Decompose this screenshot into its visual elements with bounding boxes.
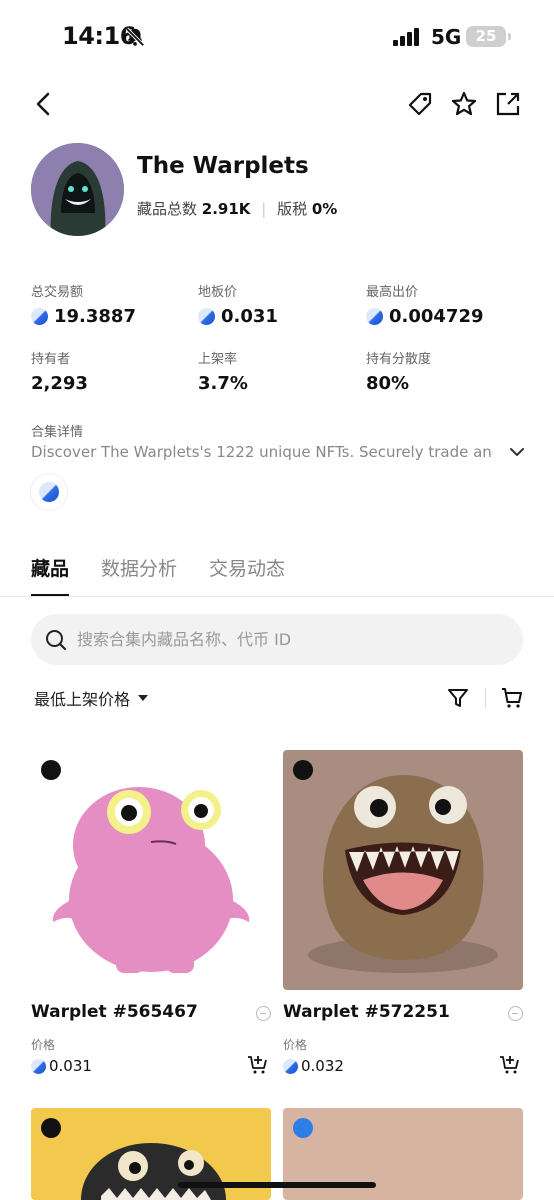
stat-label: 最高出价 <box>366 285 419 300</box>
stat-owners: 持有者 2,293 <box>31 348 191 394</box>
tag-icon[interactable] <box>406 90 434 118</box>
network-type: 5G <box>431 25 462 49</box>
stat-value: 0.031 <box>221 306 278 327</box>
collection-title: The Warplets <box>137 153 309 179</box>
price-label: 价格 <box>283 1038 308 1052</box>
chain-badge[interactable] <box>31 474 67 510</box>
eth-coin-icon <box>31 1058 46 1074</box>
battery-indicator: 25 <box>466 26 511 47</box>
search-input[interactable] <box>77 630 477 649</box>
back-arrow-icon[interactable] <box>30 90 58 118</box>
nft-name: Warplet #572251 <box>283 1002 450 1022</box>
nft-price: 0.031 <box>31 1057 92 1075</box>
more-options-icon[interactable] <box>256 1006 271 1021</box>
stat-total-volume: 总交易额 19.3887 <box>31 281 191 327</box>
price-label: 价格 <box>31 1038 56 1052</box>
chain-badge-icon <box>41 760 61 780</box>
stat-label: 地板价 <box>198 285 238 300</box>
stat-label: 持有者 <box>31 352 71 367</box>
nft-price: 0.032 <box>283 1057 344 1075</box>
add-to-cart-icon[interactable] <box>247 1054 269 1076</box>
sail-badge-icon <box>293 1118 313 1138</box>
star-icon[interactable] <box>450 90 478 118</box>
stat-distribution: 持有分散度 80% <box>366 348 526 394</box>
stat-value: 2,293 <box>31 373 88 394</box>
more-options-icon[interactable] <box>508 1006 523 1021</box>
stat-value: 3.7% <box>198 373 248 394</box>
status-bar: 14:16 5G 25 <box>0 0 554 72</box>
toolbar-divider <box>485 688 486 708</box>
collection-meta: 藏品总数 2.91K | 版税 0% <box>137 198 337 219</box>
stat-label: 总交易额 <box>31 285 84 300</box>
bell-muted-icon <box>125 27 145 47</box>
stat-value: 0.004729 <box>389 306 484 327</box>
details-text[interactable]: Discover The Warplets's 1222 unique NFTs… <box>31 443 493 461</box>
price-value: 0.031 <box>49 1057 92 1075</box>
tab-items[interactable]: 藏品 <box>31 554 70 597</box>
search-icon <box>46 629 67 650</box>
eth-coin-icon <box>39 482 59 502</box>
chevron-down-icon[interactable] <box>508 443 526 461</box>
chain-badge-icon <box>41 1118 61 1138</box>
stat-label: 持有分散度 <box>366 352 432 367</box>
nft-image[interactable] <box>283 750 523 990</box>
items-count-label: 藏品总数 <box>137 200 198 218</box>
tab-analytics[interactable]: 数据分析 <box>101 554 177 597</box>
items-count-value: 2.91K <box>201 200 251 218</box>
price-value: 0.032 <box>301 1057 344 1075</box>
search-bar[interactable] <box>31 614 523 665</box>
eth-coin-icon <box>283 1058 298 1074</box>
stat-listed-rate: 上架率 3.7% <box>198 348 358 394</box>
caret-down-icon <box>138 695 149 701</box>
signal-icon <box>393 28 419 46</box>
details-label: 合集详情 <box>31 425 84 440</box>
add-to-cart-icon[interactable] <box>499 1054 521 1076</box>
tabs-divider <box>0 596 554 597</box>
collection-avatar <box>31 143 124 236</box>
nft-image[interactable] <box>31 750 271 990</box>
eth-coin-icon <box>31 308 48 325</box>
cart-icon[interactable] <box>500 686 524 710</box>
nft-card[interactable]: Warplet #572251 价格 0.032 <box>283 750 523 1075</box>
nft-card[interactable]: Warplet #565467 价格 0.031 <box>31 750 271 1075</box>
eth-coin-icon <box>366 308 383 325</box>
eth-coin-icon <box>198 308 215 325</box>
stat-top-bid: 最高出价 0.004729 <box>366 281 526 327</box>
home-indicator[interactable] <box>178 1182 376 1188</box>
tab-activity[interactable]: 交易动态 <box>209 554 285 597</box>
royalty-label: 版税 <box>277 200 308 218</box>
stat-value: 19.3887 <box>54 306 136 327</box>
stat-label: 上架率 <box>198 352 238 367</box>
royalty-value: 0% <box>311 200 338 218</box>
chain-badge-icon <box>293 760 313 780</box>
sort-label: 最低上架价格 <box>34 690 131 709</box>
tab-bar: 藏品 数据分析 交易动态 <box>31 554 285 597</box>
stat-value: 80% <box>366 373 410 394</box>
nft-name: Warplet #565467 <box>31 1002 198 1022</box>
stat-floor-price: 地板价 0.031 <box>198 281 358 327</box>
sort-dropdown[interactable]: 最低上架价格 <box>34 686 149 710</box>
share-icon[interactable] <box>494 90 522 118</box>
filter-icon[interactable] <box>447 687 469 709</box>
meta-divider: | <box>261 200 267 218</box>
